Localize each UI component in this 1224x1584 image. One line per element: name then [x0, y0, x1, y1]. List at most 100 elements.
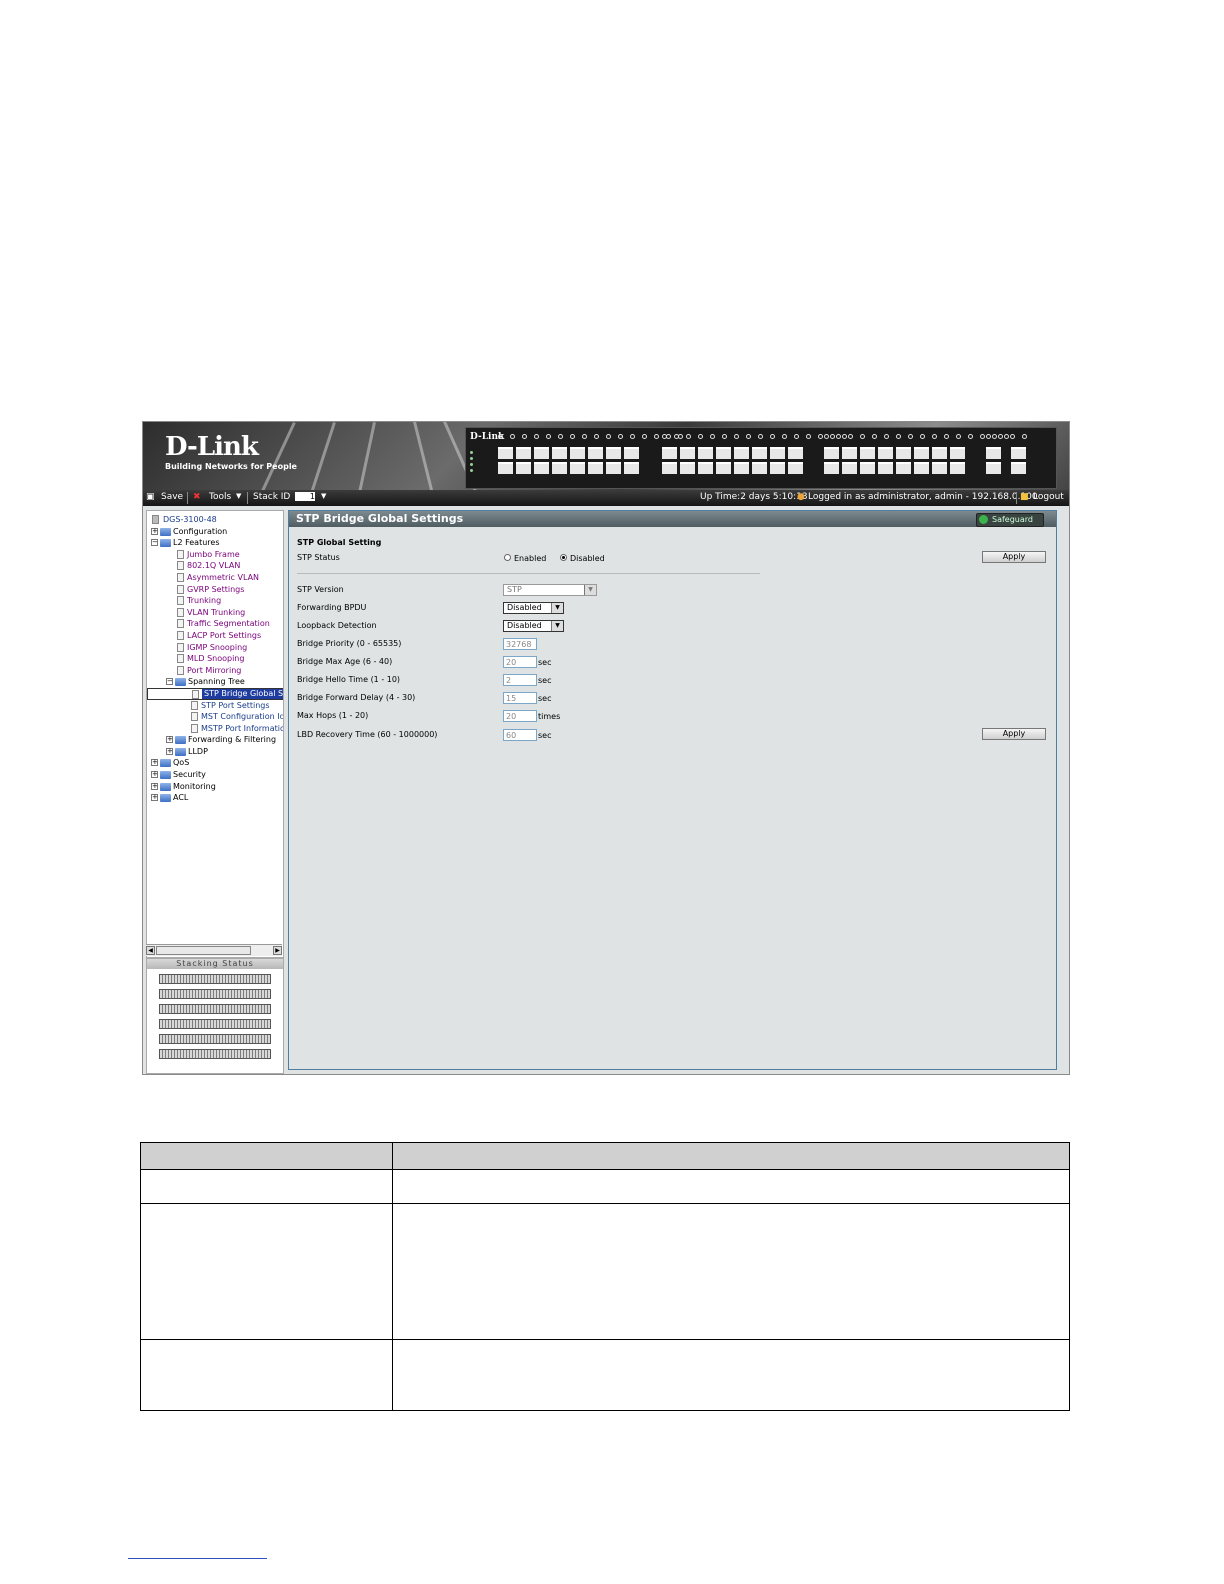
tree-item-mst-configuration[interactable]: MST Configuration Ider	[147, 711, 283, 723]
tree-item-qos[interactable]: + QoS	[147, 757, 283, 769]
page-icon	[177, 654, 184, 664]
tree-item-gvrp-settings[interactable]: GVRP Settings	[147, 584, 283, 596]
tree-item-forwarding-filtering[interactable]: + Forwarding & Filtering	[147, 734, 283, 746]
save-icon[interactable]: ▣	[146, 492, 155, 502]
tree-item-security[interactable]: + Security	[147, 769, 283, 781]
bridge-priority-label: Bridge Priority (0 - 65535)	[297, 639, 402, 648]
tree-item-trunking[interactable]: Trunking	[147, 595, 283, 607]
scrollbar-thumb[interactable]	[156, 946, 251, 955]
web-ui-screenshot: D-Link Building Networks for People D-Li…	[142, 421, 1070, 1075]
stack-unit[interactable]	[159, 974, 271, 984]
safeguard-indicator[interactable]: Safeguard	[976, 513, 1044, 527]
page-icon	[191, 723, 198, 733]
tree-item-lacp-port-settings[interactable]: LACP Port Settings	[147, 630, 283, 642]
chevron-down-icon: ▼	[551, 621, 563, 631]
tree-item-monitoring[interactable]: + Monitoring	[147, 781, 283, 793]
max-hops-label: Max Hops (1 - 20)	[297, 711, 369, 720]
tree-item-traffic-segmentation[interactable]: Traffic Segmentation	[147, 618, 283, 630]
bridge-forward-delay-input[interactable]	[503, 692, 537, 704]
stack-unit[interactable]	[159, 1049, 271, 1059]
panel-title-bar: STP Bridge Global Settings Safeguard	[289, 511, 1056, 527]
page-title: STP Bridge Global Settings	[296, 512, 464, 525]
tree-root[interactable]: DGS-3100-48	[147, 514, 283, 526]
folder-icon	[175, 736, 186, 745]
save-button[interactable]: Save	[161, 492, 183, 502]
logout-button[interactable]: Logout	[1033, 492, 1064, 502]
page-icon	[191, 712, 198, 722]
folder-open-icon	[160, 539, 171, 548]
bridge-hello-time-label: Bridge Hello Time (1 - 10)	[297, 675, 401, 684]
tree-item-stp-port-settings[interactable]: STP Port Settings	[147, 700, 283, 712]
tree-item-8021q-vlan[interactable]: 802.1Q VLAN	[147, 560, 283, 572]
logout-icon[interactable]: ■	[1020, 492, 1029, 502]
stp-version-select[interactable]: STP ▼	[503, 584, 597, 596]
stp-status-enabled-radio[interactable]	[504, 554, 511, 561]
folder-icon	[160, 771, 171, 780]
section-title: STP Global Setting	[297, 538, 382, 547]
tree-item-mstp-port-information[interactable]: MSTP Port Information	[147, 723, 283, 735]
forwarding-bpdu-select[interactable]: Disabled ▼	[503, 602, 564, 614]
settings-apply-button[interactable]: Apply	[982, 728, 1046, 740]
unit-times: times	[538, 712, 561, 721]
max-hops-input[interactable]	[503, 710, 537, 722]
stack-unit[interactable]	[159, 1034, 271, 1044]
stack-unit[interactable]	[159, 1019, 271, 1029]
scroll-right-icon[interactable]: ▶	[273, 946, 282, 955]
tree-item-l2-features[interactable]: − L2 Features	[147, 537, 283, 549]
folder-icon	[160, 794, 171, 803]
disabled-label: Disabled	[570, 554, 605, 563]
page-icon	[177, 665, 184, 675]
stacking-status-panel: Stacking Status	[146, 958, 284, 1074]
tree-item-spanning-tree[interactable]: − Spanning Tree	[147, 676, 283, 688]
tree-item-stp-bridge-global-settings[interactable]: STP Bridge Global Setti	[147, 687, 283, 700]
tree-item-vlan-trunking[interactable]: VLAN Trunking	[147, 607, 283, 619]
port-group-3	[824, 434, 1009, 477]
folder-icon	[175, 747, 186, 756]
stack-unit[interactable]	[159, 1004, 271, 1014]
tree-item-igmp-snooping[interactable]: IGMP Snooping	[147, 642, 283, 654]
tree-item-lldp[interactable]: + LLDP	[147, 746, 283, 758]
page-icon	[191, 700, 198, 710]
stack-id-value: 1	[295, 492, 315, 501]
bridge-hello-time-input[interactable]	[503, 674, 537, 686]
page-icon	[177, 572, 184, 582]
bridge-max-age-input[interactable]	[503, 656, 537, 668]
stp-status-disabled-radio[interactable]	[560, 554, 567, 561]
chevron-down-icon[interactable]: ▼	[321, 492, 326, 500]
tree-item-acl[interactable]: + ACL	[147, 792, 283, 804]
tree-item-configuration[interactable]: + Configuration	[147, 526, 283, 538]
stp-version-value: STP	[507, 585, 522, 594]
main-toolbar: ▣ Save ✖ Tools ▼ Stack ID 1 ▼ Up Time:2 …	[143, 490, 1069, 506]
stp-status-label: STP Status	[297, 553, 340, 562]
lbd-recovery-time-input[interactable]	[503, 729, 537, 741]
forwarding-bpdu-label: Forwarding BPDU	[297, 603, 367, 612]
forwarding-bpdu-value: Disabled	[507, 603, 542, 612]
stack-id-select[interactable]: 1	[295, 492, 315, 502]
page-icon	[177, 549, 184, 559]
user-icon: ●	[797, 492, 805, 502]
page-icon	[192, 689, 199, 699]
uptime-text: Up Time:2 days 5:10:13	[700, 492, 808, 502]
loopback-detection-select[interactable]: Disabled ▼	[503, 620, 564, 632]
divider	[297, 573, 760, 574]
tree-item-jumbo-frame[interactable]: Jumbo Frame	[147, 549, 283, 561]
bridge-priority-input[interactable]	[503, 638, 537, 650]
scroll-left-icon[interactable]: ◀	[146, 946, 155, 955]
header-banner: D-Link Building Networks for People D-Li…	[143, 422, 1069, 490]
logo-tagline: Building Networks for People	[165, 462, 297, 471]
tree-item-port-mirroring[interactable]: Port Mirroring	[147, 665, 283, 677]
stack-unit[interactable]	[159, 989, 271, 999]
tree-item-mld-snooping[interactable]: MLD Snooping	[147, 653, 283, 665]
loopback-detection-value: Disabled	[507, 621, 542, 630]
folder-open-icon	[175, 678, 186, 687]
tree-item-asymmetric-vlan[interactable]: Asymmetric VLAN	[147, 572, 283, 584]
page-icon	[177, 607, 184, 617]
tools-menu[interactable]: Tools	[209, 492, 231, 502]
tree-horizontal-scrollbar[interactable]: ◀ ▶	[146, 944, 282, 956]
status-apply-button[interactable]: Apply	[982, 551, 1046, 563]
footer-link-underline	[128, 1558, 267, 1559]
chevron-down-icon[interactable]: ▼	[236, 492, 241, 500]
folder-icon	[160, 527, 171, 536]
lbd-recovery-time-label: LBD Recovery Time (60 - 1000000)	[297, 730, 438, 739]
table-header-row	[141, 1143, 1069, 1170]
